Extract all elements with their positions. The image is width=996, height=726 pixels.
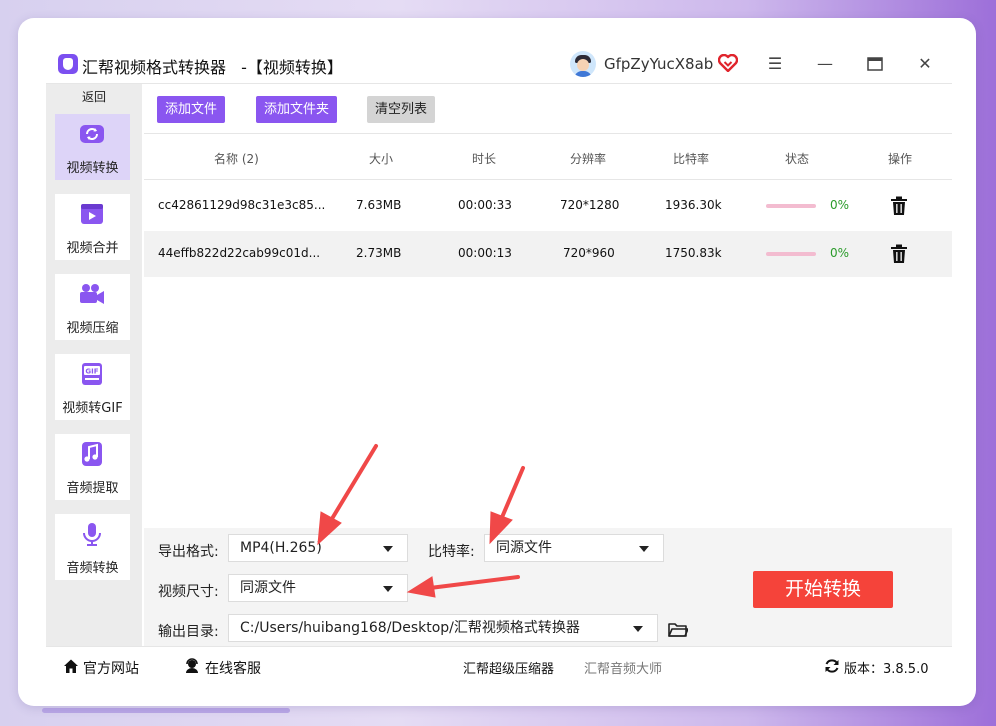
output-dir-select[interactable]: C:/Users/huibang168/Desktop/汇帮视频格式转换器 bbox=[228, 614, 658, 642]
video-convert-icon bbox=[80, 125, 104, 143]
online-support-link[interactable]: 在线客服 bbox=[205, 658, 261, 678]
header-bitrate[interactable]: 比特率 bbox=[673, 150, 709, 167]
file-size: 7.63MB bbox=[356, 198, 402, 212]
app-window: 汇帮视频格式转换器 -【视频转换】 GfpZyYucX8ab ☰ — ✕ 返回 … bbox=[18, 18, 976, 706]
sidebar-item-audio-convert[interactable]: 音频转换 bbox=[55, 514, 130, 580]
sidebar-item-label: 视频合并 bbox=[66, 241, 119, 256]
video-size-value: 同源文件 bbox=[240, 580, 296, 596]
clear-list-button[interactable]: 清空列表 bbox=[367, 96, 436, 123]
sidebar-item-label: 音频提取 bbox=[66, 481, 119, 496]
file-duration: 00:00:33 bbox=[458, 198, 512, 212]
table-header: 名称 (2) 大小 时长 分辨率 比特率 状态 操作 bbox=[144, 135, 952, 179]
bitrate-select[interactable]: 同源文件 bbox=[484, 534, 664, 562]
progress-bar bbox=[766, 204, 816, 208]
format-value: MP4(H.265) bbox=[240, 540, 322, 556]
file-name: 44effb822d22cab99c01d... bbox=[158, 246, 321, 260]
table-row[interactable]: cc42861129d98c31e3c85... 7.63MB 00:00:33… bbox=[144, 183, 952, 229]
file-bitrate: 1750.83k bbox=[665, 246, 722, 260]
window-title: 汇帮视频格式转换器 -【视频转换】 bbox=[82, 54, 343, 78]
sidebar-item-video-to-gif[interactable]: GIF 视频转GIF bbox=[55, 354, 130, 420]
chevron-down-icon bbox=[639, 546, 649, 552]
customer-service-icon bbox=[186, 658, 198, 673]
folder-icon[interactable] bbox=[668, 622, 688, 638]
sidebar-item-label: 音频转换 bbox=[66, 561, 119, 576]
gif-icon: GIF bbox=[82, 363, 102, 385]
file-name: cc42861129d98c31e3c85... bbox=[158, 198, 326, 212]
chevron-down-icon bbox=[383, 586, 393, 592]
sidebar-item-label: 视频转换 bbox=[66, 161, 119, 176]
svg-text:GIF: GIF bbox=[85, 368, 98, 376]
add-file-button[interactable]: 添加文件 bbox=[157, 96, 226, 123]
back-button[interactable]: 返回 bbox=[46, 88, 142, 105]
minimize-button[interactable]: — bbox=[813, 52, 837, 76]
progress-bar bbox=[766, 252, 816, 256]
chevron-down-icon bbox=[383, 546, 393, 552]
table-row[interactable]: 44effb822d22cab99c01d... 2.73MB 00:00:13… bbox=[144, 231, 952, 277]
file-size: 2.73MB bbox=[356, 246, 402, 260]
bitrate-label: 比特率: bbox=[428, 544, 475, 560]
trash-icon[interactable] bbox=[890, 244, 908, 264]
file-bitrate: 1936.30k bbox=[665, 198, 722, 212]
video-compress-icon bbox=[80, 284, 104, 304]
app-name: 汇帮视频格式转换器 bbox=[82, 58, 227, 77]
format-select[interactable]: MP4(H.265) bbox=[228, 534, 408, 562]
official-website-link[interactable]: 官方网站 bbox=[83, 658, 139, 678]
title-suffix: -【视频转换】 bbox=[241, 58, 343, 77]
microphone-icon bbox=[83, 523, 101, 546]
header-action: 操作 bbox=[888, 152, 913, 166]
output-dir-label: 输出目录: bbox=[158, 624, 219, 640]
avatar[interactable] bbox=[570, 51, 596, 77]
start-convert-button[interactable]: 开始转换 bbox=[753, 571, 893, 608]
title-bar: 汇帮视频格式转换器 -【视频转换】 GfpZyYucX8ab ☰ — ✕ bbox=[18, 18, 976, 84]
chevron-down-icon bbox=[633, 626, 643, 632]
video-size-select[interactable]: 同源文件 bbox=[228, 574, 408, 602]
sidebar-item-label: 视频压缩 bbox=[66, 321, 119, 336]
refresh-icon[interactable] bbox=[824, 658, 840, 674]
header-divider bbox=[144, 179, 952, 180]
footer: 官方网站 在线客服 汇帮超级压缩器 汇帮音频大师 版本：3.8.5.0 bbox=[18, 646, 976, 686]
header-resolution[interactable]: 分辨率 bbox=[570, 150, 606, 167]
output-dir-value: C:/Users/huibang168/Desktop/汇帮视频格式转换器 bbox=[240, 620, 580, 636]
menu-button[interactable]: ☰ bbox=[763, 52, 787, 76]
file-duration: 00:00:13 bbox=[458, 246, 512, 260]
app-logo-icon bbox=[58, 54, 78, 74]
toolbar-divider bbox=[144, 133, 952, 134]
sidebar: 返回 视频转换 视频合并 视频压缩 GIF 视频转GIF 音频提取 音频转换 bbox=[46, 84, 142, 646]
header-name[interactable]: 名称 (2) bbox=[214, 150, 259, 167]
music-note-icon bbox=[82, 442, 102, 466]
compressor-link[interactable]: 汇帮超级压缩器 bbox=[463, 658, 554, 677]
header-status: 状态 bbox=[785, 152, 810, 166]
header-size[interactable]: 大小 bbox=[369, 150, 393, 167]
video-size-label: 视频尺寸: bbox=[158, 584, 219, 600]
file-resolution: 720*1280 bbox=[560, 198, 620, 212]
format-label: 导出格式: bbox=[158, 544, 219, 560]
file-resolution: 720*960 bbox=[563, 246, 615, 260]
home-icon bbox=[64, 659, 78, 673]
vip-heart-icon[interactable] bbox=[718, 54, 738, 72]
close-button[interactable]: ✕ bbox=[913, 52, 937, 76]
title-divider bbox=[46, 83, 952, 84]
video-merge-icon bbox=[81, 204, 103, 224]
sidebar-item-video-convert[interactable]: 视频转换 bbox=[55, 114, 130, 180]
trash-icon[interactable] bbox=[890, 196, 908, 216]
progress-percent: 0% bbox=[830, 198, 850, 212]
bitrate-value: 同源文件 bbox=[496, 540, 552, 556]
sidebar-item-video-merge[interactable]: 视频合并 bbox=[55, 194, 130, 260]
version-label: 版本：3.8.5.0 bbox=[844, 662, 929, 677]
sidebar-item-video-compress[interactable]: 视频压缩 bbox=[55, 274, 130, 340]
header-duration[interactable]: 时长 bbox=[472, 150, 496, 167]
maximize-button[interactable] bbox=[863, 52, 887, 76]
username[interactable]: GfpZyYucX8ab bbox=[604, 55, 713, 73]
taskbar-indicator bbox=[42, 708, 290, 713]
audio-master-link[interactable]: 汇帮音频大师 bbox=[584, 658, 662, 677]
sidebar-item-audio-extract[interactable]: 音频提取 bbox=[55, 434, 130, 500]
progress-percent: 0% bbox=[830, 246, 850, 260]
add-folder-button[interactable]: 添加文件夹 bbox=[256, 96, 338, 123]
sidebar-item-label: 视频转GIF bbox=[62, 401, 123, 416]
